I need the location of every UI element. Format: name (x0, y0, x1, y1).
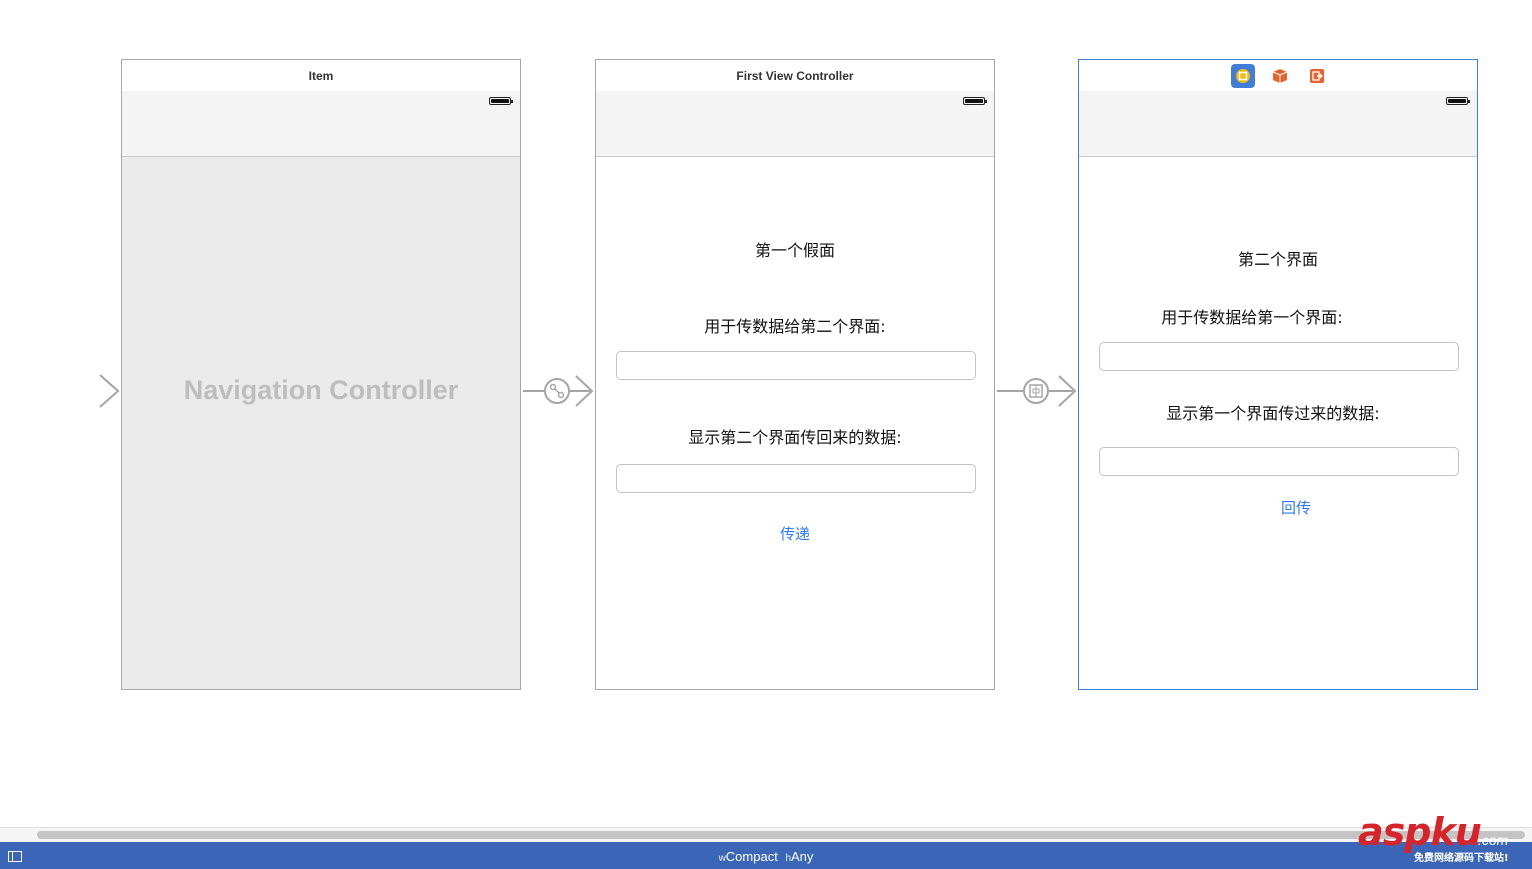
view-controller-icon (1236, 69, 1250, 83)
send-data-label: 用于传数据给第二个界面: (704, 317, 886, 336)
received-data-label: 显示第二个界面传回来的数据: (688, 428, 902, 447)
navigation-controller-scene[interactable]: Item Navigation Controller (121, 59, 521, 690)
size-class-toggle[interactable]: wCompact hAny (0, 849, 1532, 864)
second-view-content[interactable]: 第二个界面 用于传数据给第一个界面: 显示第一个界面传过来的数据: 回传 (1079, 157, 1477, 689)
navigation-bar[interactable] (1079, 91, 1477, 157)
pass-button[interactable]: 传递 (596, 523, 994, 544)
watermark-subtitle: 免费网络源码下载站! (1414, 853, 1509, 864)
navigation-bar[interactable] (122, 91, 520, 157)
segue-arrowhead-icon (575, 375, 594, 407)
height-class: Any (791, 849, 814, 864)
show-segue[interactable] (1023, 378, 1049, 404)
segue-line (997, 390, 1024, 392)
width-class: Compact (725, 849, 778, 864)
navigation-controller-placeholder: Navigation Controller (183, 375, 459, 405)
battery-icon (1446, 97, 1470, 105)
watermark-suffix: .com (1478, 832, 1509, 848)
send-data-field[interactable] (616, 351, 976, 380)
root-relationship-segue[interactable] (544, 378, 570, 404)
segue-line (523, 390, 545, 392)
initial-view-controller-arrow[interactable] (20, 372, 120, 410)
aspku-watermark-logo: aspku .com 免费网络源码下载站! (1358, 810, 1526, 868)
first-responder-icon (1272, 69, 1288, 83)
first-view-controller-scene[interactable]: First View Controller 第一个假面 用于传数据给第二个界面:… (595, 59, 995, 690)
received-from-first-label: 显示第一个界面传过来的数据: (1166, 404, 1380, 423)
width-prefix: w (718, 853, 726, 864)
scene-dock[interactable] (1079, 60, 1477, 92)
second-heading-label: 第二个界面 (1237, 250, 1318, 269)
height-prefix: h (785, 853, 792, 864)
received-data-field[interactable] (616, 464, 976, 493)
scene-title[interactable]: First View Controller (596, 60, 994, 92)
first-heading-label: 第一个假面 (754, 241, 835, 260)
send-back-field[interactable] (1099, 342, 1459, 371)
first-responder-dock-button[interactable] (1268, 64, 1292, 88)
send-back-button[interactable]: 回传 (1115, 497, 1477, 518)
watermark-text: aspku (1358, 810, 1482, 854)
first-view-content[interactable]: 第一个假面 用于传数据给第二个界面: 显示第二个界面传回来的数据: 传递 (596, 157, 994, 689)
send-back-label: 用于传数据给第一个界面: (1161, 308, 1343, 327)
entry-arrow-icon (20, 374, 120, 408)
battery-icon (489, 97, 513, 105)
view-controller-dock-button[interactable] (1231, 64, 1255, 88)
root-relationship-segue-icon (549, 383, 565, 399)
navigation-controller-content[interactable]: Navigation Controller (122, 157, 520, 689)
show-segue-icon (1029, 384, 1043, 398)
scene-title[interactable]: Item (122, 60, 520, 92)
second-view-controller-scene[interactable]: 第二个界面 用于传数据给第一个界面: 显示第一个界面传过来的数据: 回传 (1078, 59, 1478, 690)
horizontal-scrollbar-thumb[interactable] (37, 831, 1525, 839)
received-from-first-field[interactable] (1099, 447, 1459, 476)
exit-icon (1310, 69, 1324, 83)
navigation-bar[interactable] (596, 91, 994, 157)
battery-icon (963, 97, 987, 105)
size-class-bar[interactable]: wCompact hAny (0, 842, 1532, 869)
exit-dock-button[interactable] (1305, 64, 1329, 88)
